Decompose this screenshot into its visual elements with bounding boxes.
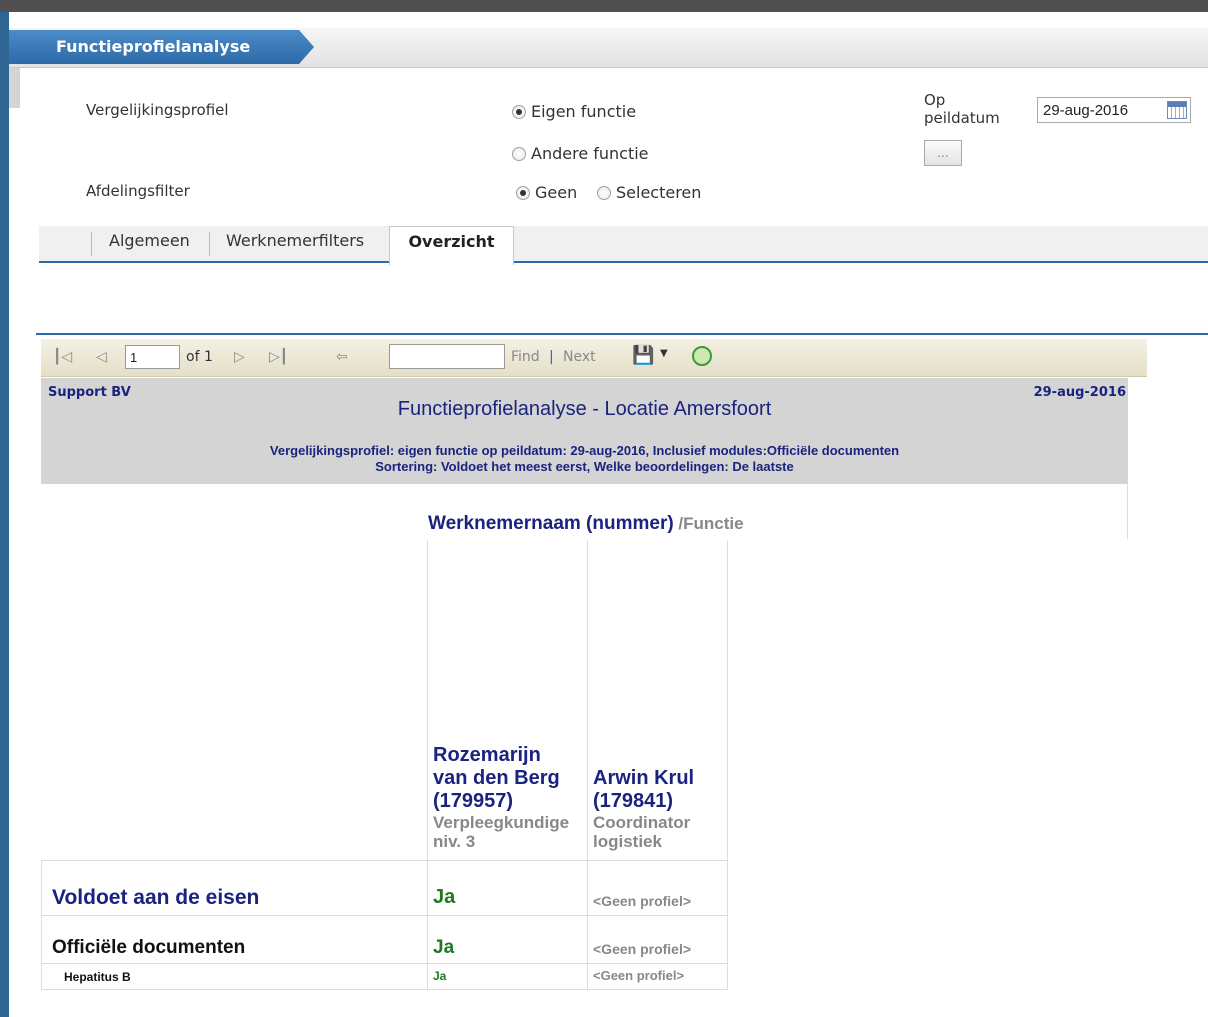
row-value: <Geen profiel>: [593, 893, 692, 909]
employee-name-line1: Rozemarijn: [433, 744, 541, 766]
radio-selecteren-label: Selecteren: [616, 183, 702, 202]
grid-line: [41, 915, 728, 916]
find-link[interactable]: Find: [511, 349, 540, 365]
next-link[interactable]: Next: [563, 349, 596, 365]
report-header: Support BV 29-aug-2016 Functieprofielana…: [41, 378, 1128, 484]
page-number-input[interactable]: [125, 345, 180, 369]
radio-selecteren[interactable]: Selecteren: [597, 183, 701, 202]
grid-line: [41, 860, 42, 990]
radio-eigen-functie[interactable]: Eigen functie: [512, 102, 636, 121]
refresh-icon[interactable]: [692, 346, 712, 366]
tab-algemeen[interactable]: Algemeen: [109, 226, 190, 263]
grid-line: [427, 540, 428, 990]
radio-eigen-label: Eigen functie: [531, 102, 637, 121]
window-top-bar: [0, 0, 1208, 12]
next-page-icon[interactable]: ▷: [234, 349, 245, 365]
tab-separator: [209, 232, 210, 256]
op-peildatum-label-line2: peildatum: [924, 109, 1000, 127]
grid-line: [727, 540, 728, 990]
radio-selecteren-indicator[interactable]: [597, 186, 611, 200]
afdelingsfilter-label: Afdelingsfilter: [86, 182, 190, 200]
page-count-label: of 1: [186, 349, 213, 365]
last-page-icon[interactable]: ▷┃: [269, 349, 288, 365]
row-label-voldoet: Voldoet aan de eisen: [52, 886, 260, 909]
op-peildatum-label: Op peildatum: [924, 91, 1000, 127]
employee-function-line1: Verpleegkundige: [433, 813, 570, 832]
export-dropdown-icon[interactable]: ▼: [660, 348, 668, 359]
radio-eigen-indicator[interactable]: [512, 105, 526, 119]
vergelijkingsprofiel-label: Vergelijkingsprofiel: [86, 101, 229, 119]
radio-andere-indicator[interactable]: [512, 147, 526, 161]
report-toolbar: ┃◁ ◁ of 1 ▷ ▷┃ ⇦ Find | Next 💾 ▼: [41, 339, 1147, 377]
row-value: Ja: [433, 969, 447, 983]
tab-werknemerfilters[interactable]: Werknemerfilters: [226, 226, 364, 263]
row-value: Ja: [433, 886, 456, 908]
tab-separator: [91, 232, 92, 256]
tab-overzicht[interactable]: Overzicht: [389, 226, 514, 265]
tab-bar: [39, 226, 1208, 263]
row-label-hepatitus-b: Hepatitus B: [64, 970, 131, 984]
grid-line: [41, 860, 728, 861]
left-side-bar: [0, 12, 9, 1017]
previous-page-icon[interactable]: ◁: [96, 349, 107, 365]
row-value: <Geen profiel>: [593, 941, 692, 957]
employee-number: (179841): [593, 790, 674, 812]
radio-andere-label: Andere functie: [531, 144, 649, 163]
radio-geen-label: Geen: [535, 183, 578, 202]
row-label-officiele-documenten: Officiële documenten: [52, 937, 246, 958]
employee-function-line2: niv. 3: [433, 832, 476, 851]
employee-name-line1: Arwin Krul: [593, 767, 695, 789]
row-value: Ja: [433, 937, 455, 958]
report-subtitle-line2: Sortering: Voldoet het meest eerst, Welk…: [375, 459, 794, 474]
peildatum-ellipsis-button[interactable]: ...: [924, 140, 962, 166]
employee-header[interactable]: Arwin Krul (179841) Coordinator logistie…: [593, 767, 694, 851]
radio-geen[interactable]: Geen: [516, 183, 577, 202]
employee-function-line1: Coordinator: [593, 813, 691, 832]
report-subtitle-line1: Vergelijkingsprofiel: eigen functie op p…: [269, 443, 900, 458]
report-subtitle: Vergelijkingsprofiel: eigen functie op p…: [41, 443, 1128, 475]
employee-header[interactable]: Rozemarijn van den Berg (179957) Verplee…: [433, 744, 569, 851]
find-input[interactable]: [389, 344, 505, 369]
radio-andere-functie[interactable]: Andere functie: [512, 144, 649, 163]
column-header-main: Werknemernaam (nummer): [428, 513, 674, 534]
employee-name-line2: van den Berg: [433, 767, 560, 789]
left-side-notch: [9, 68, 20, 108]
grid-line: [41, 989, 728, 990]
column-header: Werknemernaam (nummer) /Functie: [428, 513, 744, 535]
op-peildatum-label-line1: Op: [924, 91, 946, 109]
calendar-icon[interactable]: [1167, 101, 1187, 119]
back-icon[interactable]: ⇦: [336, 349, 348, 365]
row-value: <Geen profiel>: [593, 968, 685, 983]
page-title-tab: Functieprofielanalyse: [9, 30, 314, 64]
grid-line: [587, 540, 588, 990]
report-divider: [36, 333, 1208, 335]
grid-line: [41, 963, 728, 964]
first-page-icon[interactable]: ┃◁: [53, 349, 72, 365]
find-separator: |: [549, 349, 554, 365]
radio-geen-indicator[interactable]: [516, 186, 530, 200]
employee-function-line2: logistiek: [593, 832, 662, 851]
export-save-icon[interactable]: 💾: [632, 345, 654, 366]
employee-number: (179957): [433, 790, 514, 812]
report-title: Functieprofielanalyse - Locatie Amersfoo…: [397, 398, 772, 420]
column-header-suffix: /Functie: [673, 514, 744, 533]
